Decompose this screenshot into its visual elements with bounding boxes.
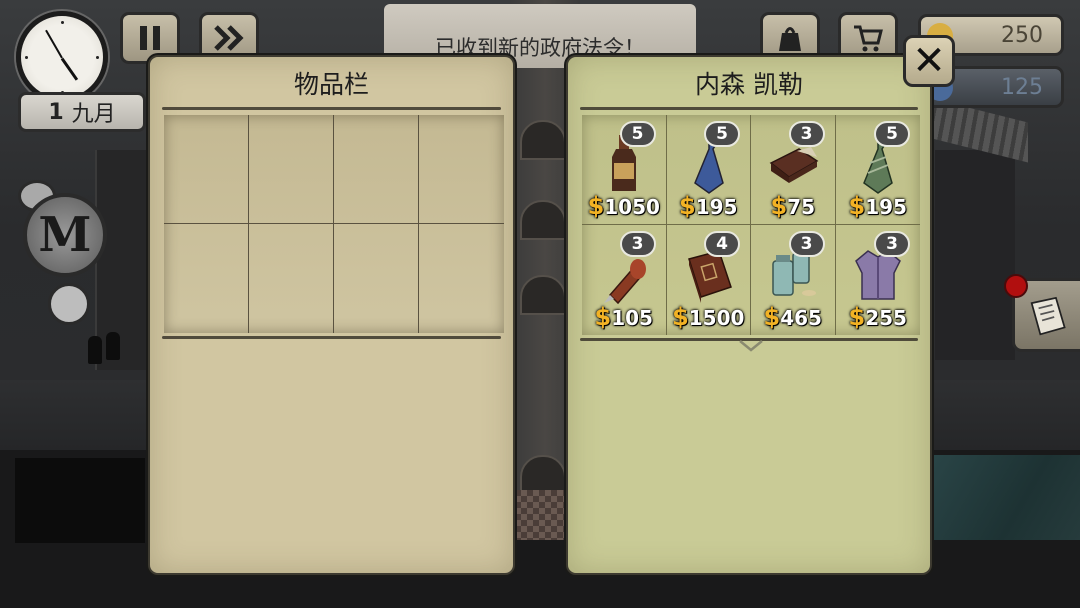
- shop-item-medicine[interactable]: 3 $465: [751, 225, 836, 335]
- item-price: $75: [770, 192, 816, 220]
- ministry-m-icon[interactable]: M: [23, 193, 107, 277]
- item-quantity: 4: [704, 231, 740, 257]
- inventory-slot[interactable]: [419, 115, 504, 224]
- building-window: [520, 200, 566, 240]
- shop-item-green-tie[interactable]: 5 $195: [835, 115, 920, 225]
- item-quantity: 5: [874, 121, 910, 147]
- silhouette-figure: [106, 332, 120, 360]
- shop-item-leather-book[interactable]: 4 $1500: [667, 225, 751, 335]
- date-day: 1: [48, 99, 64, 125]
- item-quantity: 3: [788, 231, 825, 257]
- divider: [162, 107, 501, 110]
- close-icon: ✕: [912, 38, 946, 84]
- lit-room: [930, 455, 1080, 540]
- left-house: [95, 150, 150, 370]
- clock-hour-hand: [60, 57, 79, 81]
- clock-icon: [16, 11, 108, 103]
- shop-item-blue-tie[interactable]: 5 $195: [666, 115, 751, 225]
- inventory-slot[interactable]: [334, 115, 419, 224]
- item-price: $1050: [587, 192, 660, 220]
- notification-dot: [1004, 274, 1028, 298]
- item-quantity: 5: [619, 121, 656, 147]
- money-value: 250: [1001, 22, 1043, 48]
- inventory-slot[interactable]: [164, 115, 249, 224]
- close-button[interactable]: ✕: [903, 35, 955, 87]
- fast-forward-icon: [214, 25, 244, 51]
- shop-item-bottle[interactable]: 5 $1050: [582, 115, 667, 225]
- scroll-down-chevron-icon[interactable]: [738, 339, 764, 353]
- inventory-slot[interactable]: [334, 224, 419, 333]
- inventory-slot[interactable]: [419, 224, 504, 333]
- clock-minute-hand: [45, 29, 63, 59]
- merchant-name: 内森 凯勒: [695, 70, 803, 99]
- inventory-slot[interactable]: [164, 224, 249, 333]
- dark-room: [15, 458, 145, 543]
- item-quantity: 3: [874, 231, 910, 257]
- divider: [162, 336, 501, 339]
- inventory-grid: [164, 115, 504, 333]
- item-price: $465: [763, 303, 822, 331]
- notebook-icon: [1030, 296, 1066, 336]
- cart-icon: [854, 25, 883, 52]
- divider: [580, 107, 918, 110]
- item-quantity: 3: [788, 121, 825, 147]
- right-house: [935, 150, 1015, 360]
- pause-icon: [140, 26, 160, 50]
- inventory-panel: 物品栏: [148, 55, 515, 575]
- shop-item-cardigan[interactable]: 3 $255: [836, 225, 921, 335]
- inventory-title: 物品栏: [293, 70, 369, 99]
- shop-item-fountain-pen[interactable]: 3 $105: [582, 225, 667, 335]
- item-price: $1500: [672, 303, 745, 331]
- item-price: $255: [848, 303, 907, 331]
- building-window: [520, 120, 566, 160]
- item-quantity: 5: [704, 121, 740, 147]
- skull-thought-icon[interactable]: [48, 283, 90, 325]
- inventory-slot[interactable]: [249, 224, 334, 333]
- date-display: 1 九月: [18, 92, 146, 132]
- item-price: $195: [679, 192, 738, 220]
- merchant-panel: 内森 凯勒 5 $1050 5 $195 3 $75 5 $195 3 $105…: [566, 55, 932, 575]
- building-door: [520, 455, 566, 495]
- shop-item-chocolate[interactable]: 3 $75: [751, 115, 836, 225]
- reputation-value: 125: [1001, 74, 1043, 100]
- building-window: [520, 275, 566, 315]
- item-price: $105: [594, 303, 653, 331]
- item-price: $195: [848, 192, 907, 220]
- date-month: 九月: [71, 102, 116, 127]
- silhouette-figure: [88, 336, 102, 364]
- item-quantity: 3: [619, 231, 656, 257]
- bag-icon: [779, 27, 801, 51]
- inventory-slot[interactable]: [249, 115, 334, 224]
- merchant-grid: 5 $1050 5 $195 3 $75 5 $195 3 $105 4 $15…: [582, 115, 920, 335]
